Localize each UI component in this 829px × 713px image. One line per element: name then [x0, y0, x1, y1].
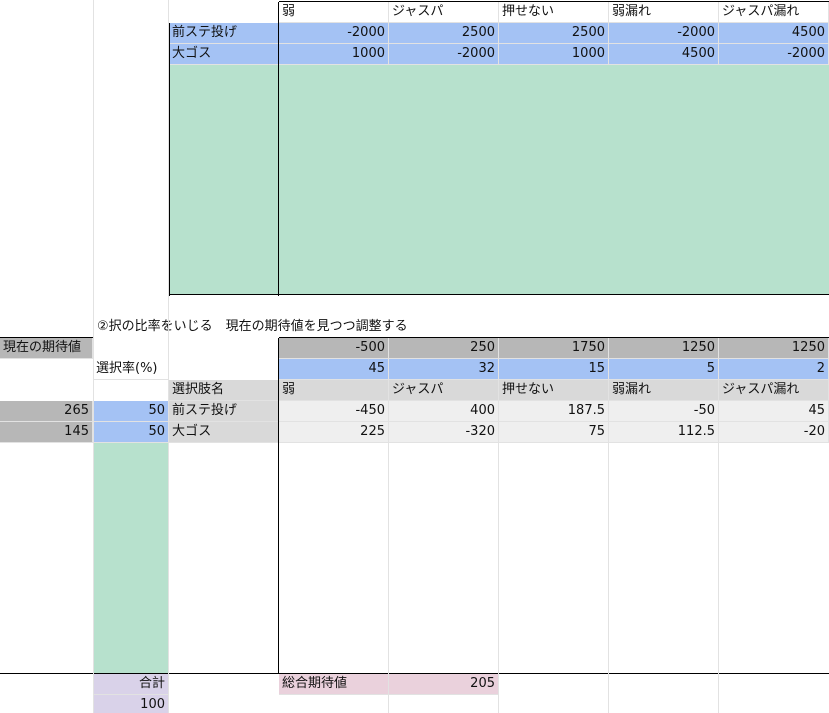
top-value-cell[interactable]: 2500	[389, 23, 499, 44]
row-value-cell[interactable]: 225	[279, 422, 389, 443]
column-ev-cell[interactable]: 1750	[499, 338, 609, 359]
column-ev-cell[interactable]: 1250	[609, 338, 719, 359]
row-value-cell[interactable]: -320	[389, 422, 499, 443]
top-top-border	[279, 1, 829, 2]
total-label[interactable]: 合計	[93, 674, 169, 695]
top-green-block[interactable]	[169, 65, 829, 295]
ratio-green-block[interactable]	[93, 443, 169, 673]
bottom-header-cell[interactable]: 弱漏れ	[609, 380, 719, 401]
top-header-cell[interactable]: 弱	[279, 2, 389, 23]
row-value-cell[interactable]: -20	[719, 422, 829, 443]
total-value[interactable]: 100	[93, 695, 169, 713]
bottom-divider-border	[278, 338, 279, 674]
grid-line	[498, 443, 499, 713]
grid-line	[93, 0, 94, 713]
overall-ev-label[interactable]: 総合期待値	[279, 674, 389, 695]
selection-rate-cell[interactable]: 45	[279, 359, 389, 380]
top-divider-border	[278, 2, 279, 296]
top-row-label[interactable]: 大ゴス	[169, 44, 279, 65]
top-header-cell[interactable]: ジャスパ	[389, 2, 499, 23]
column-ev-cell[interactable]: 1250	[719, 338, 829, 359]
bottom-header-cell[interactable]: 弱	[279, 380, 389, 401]
bottom-header-cell[interactable]: ジャスパ漏れ	[719, 380, 829, 401]
grid-line	[608, 443, 609, 713]
overall-ev-value[interactable]: 205	[389, 674, 499, 695]
top-row-label[interactable]: 前ステ投げ	[169, 23, 279, 44]
row-value-cell[interactable]: 45	[719, 401, 829, 422]
row-value-cell[interactable]: 400	[389, 401, 499, 422]
top-value-cell[interactable]: 1000	[499, 44, 609, 65]
top-header-cell[interactable]: 弱漏れ	[609, 2, 719, 23]
current-ev-top-border	[0, 337, 93, 338]
top-value-cell[interactable]: 4500	[609, 44, 719, 65]
selection-rate-cell[interactable]: 32	[389, 359, 499, 380]
top-value-cell[interactable]: 1000	[279, 44, 389, 65]
bottom-header-cell[interactable]: ジャスパ	[389, 380, 499, 401]
spreadsheet-grid: 弱 ジャスパ 押せない 弱漏れ ジャスパ漏れ 前ステ投げ -2000 2500 …	[0, 0, 829, 713]
top-value-cell[interactable]: -2000	[719, 44, 829, 65]
selection-rate-label[interactable]: 選択率(%)	[93, 359, 169, 380]
row-ev-cell[interactable]: 265	[0, 401, 93, 422]
top-value-cell[interactable]: -2000	[609, 23, 719, 44]
row-label[interactable]: 大ゴス	[169, 422, 279, 443]
instruction-note: ②択の比率をいじる 現在の期待値を見つつ調整する	[97, 319, 408, 334]
row-ratio-cell[interactable]: 50	[93, 422, 169, 443]
row-value-cell[interactable]: -450	[279, 401, 389, 422]
top-header-cell[interactable]: 押せない	[499, 2, 609, 23]
grid-line	[718, 443, 719, 713]
row-ratio-cell[interactable]: 50	[93, 401, 169, 422]
selection-rate-cell[interactable]: 5	[609, 359, 719, 380]
selection-rate-cell[interactable]: 2	[719, 359, 829, 380]
grid-line	[168, 0, 169, 713]
top-value-cell[interactable]: 4500	[719, 23, 829, 44]
option-name-header[interactable]: 選択肢名	[169, 380, 279, 401]
row-value-cell[interactable]: 112.5	[609, 422, 719, 443]
column-ev-cell[interactable]: 250	[389, 338, 499, 359]
top-bottom-border	[169, 294, 829, 295]
column-ev-cell[interactable]: -500	[279, 338, 389, 359]
top-value-cell[interactable]: 2500	[499, 23, 609, 44]
row-value-cell[interactable]: 187.5	[499, 401, 609, 422]
grid-line	[388, 443, 389, 713]
row-ev-cell[interactable]: 145	[0, 422, 93, 443]
top-left-border	[169, 23, 170, 296]
bottom-bottom-border	[0, 673, 829, 674]
row-value-cell[interactable]: -50	[609, 401, 719, 422]
top-value-cell[interactable]: -2000	[279, 23, 389, 44]
current-ev-label[interactable]: 現在の期待値	[0, 338, 93, 359]
row-value-cell[interactable]: 75	[499, 422, 609, 443]
selection-rate-cell[interactable]: 15	[499, 359, 609, 380]
row-label[interactable]: 前ステ投げ	[169, 401, 279, 422]
top-value-cell[interactable]: -2000	[389, 44, 499, 65]
bottom-top-border	[279, 337, 829, 338]
top-header-cell[interactable]: ジャスパ漏れ	[719, 2, 829, 23]
bottom-header-cell[interactable]: 押せない	[499, 380, 609, 401]
